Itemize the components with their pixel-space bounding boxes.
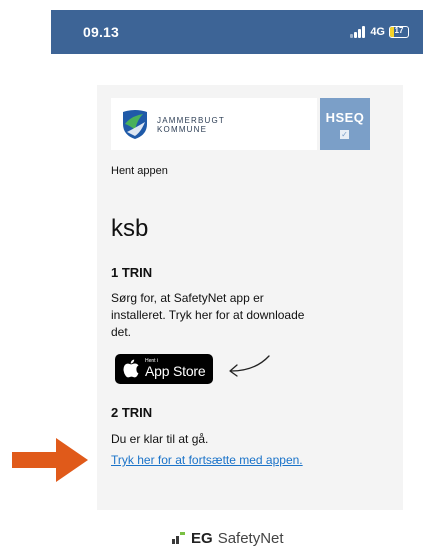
jammerbugt-logo: JAMMERBUGT KOMMUNE	[111, 98, 317, 150]
step1-text: Sørg for, at SafetyNet app er installere…	[111, 291, 305, 339]
apple-icon	[123, 359, 139, 378]
battery-level: 17	[394, 26, 404, 35]
hseq-logo-text: HSEQ	[325, 110, 365, 125]
org-name-line2: KOMMUNE	[157, 125, 208, 134]
footer-logo: EG SafetyNet	[172, 528, 284, 548]
continue-in-app-link[interactable]: Tryk her for at fortsætte med appen.	[111, 453, 303, 467]
app-store-big-text: App Store	[145, 363, 206, 379]
hseq-logo: HSEQ ✓	[320, 98, 370, 150]
hand-drawn-arrow-icon	[229, 355, 270, 377]
eg-logo-icon	[172, 532, 186, 544]
get-app-label: Hent appen	[111, 165, 168, 177]
org-name: JAMMERBUGT KOMMUNE	[157, 116, 225, 134]
org-name-line1: JAMMERBUGT	[157, 116, 225, 125]
footer-brand: EG	[191, 529, 213, 547]
step1-heading: 1 TRIN	[111, 265, 153, 280]
signal-icon	[350, 26, 366, 38]
battery-icon: 17	[389, 26, 409, 38]
app-redirect-card: JAMMERBUGT KOMMUNE HSEQ ✓ Hent appen ksb…	[97, 85, 403, 510]
status-bar: 09.13 4G 17	[51, 10, 423, 54]
orange-arrow-icon	[12, 438, 88, 482]
footer-product: SafetyNet	[217, 529, 284, 547]
step2-heading: 2 TRIN	[111, 405, 153, 420]
status-time: 09.13	[83, 24, 120, 40]
page-title: ksb	[111, 215, 149, 242]
jammerbugt-emblem-icon	[123, 110, 147, 139]
app-store-button[interactable]: Hent i App Store	[115, 354, 213, 384]
status-indicators: 4G 17	[350, 24, 409, 40]
check-icon: ✓	[340, 130, 349, 139]
step2-text: Du er klar til at gå.	[111, 432, 209, 446]
network-label: 4G	[370, 26, 385, 38]
